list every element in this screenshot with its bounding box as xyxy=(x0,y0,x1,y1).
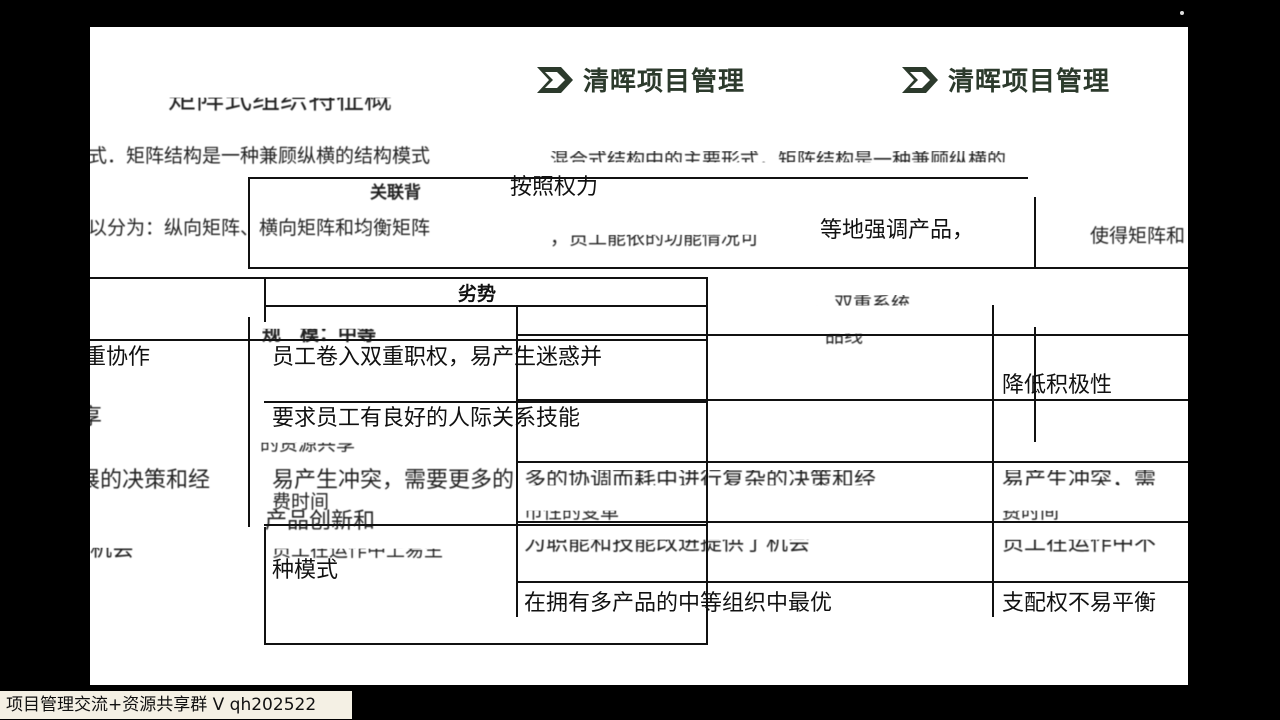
divide-line-right: ，员工能依的功能情况可 xyxy=(550,227,760,249)
text-by-power: 按照权力 xyxy=(510,175,599,200)
text-decision: 展的决策和经 xyxy=(90,468,211,493)
text-emphasize-tail: 使得矩阵和 xyxy=(1090,225,1186,247)
text-mode: 种模式 xyxy=(272,558,339,583)
text-time-right: 费时间 xyxy=(1002,501,1060,523)
text-dual-system: 、双重系统 xyxy=(815,293,911,315)
text-reduce-motivation: 降低积极性 xyxy=(1002,373,1113,398)
table-line xyxy=(516,581,1188,583)
divide-line: 以分为：纵向矩阵、横向矩阵和均衡矩阵 xyxy=(90,217,431,239)
text-medium-org: 在拥有多产品的中等组织中最优 xyxy=(524,591,833,616)
scale-label: 规 模：中等 xyxy=(262,323,377,345)
table-line xyxy=(90,277,708,279)
table-line xyxy=(516,305,518,617)
text-staff-right: 员工在运作中不 xyxy=(1002,531,1157,556)
text-collab: 重协作 xyxy=(90,345,151,370)
disadvantage-header: 劣势 xyxy=(458,283,497,305)
brand-logo: 清晖项目管理 xyxy=(535,61,745,98)
text-shared-resource: 的资源共享 xyxy=(260,433,356,455)
text-product-line: 品线 xyxy=(825,325,864,347)
text-product-innovation: 产品创新和 xyxy=(265,509,376,534)
text-dual-power: 员工卷入双重职权，易产生迷惑并 xyxy=(272,345,603,370)
watermark-banner: 项目管理交流+资源共享群 V qh202522 xyxy=(0,691,352,719)
slide-title: 矩阵式组织特征概 xyxy=(168,82,393,115)
logo-arrow-icon xyxy=(900,63,940,97)
logo-text: 清晖项目管理 xyxy=(583,67,746,97)
text-opp-frag: 机会 xyxy=(90,537,135,562)
text-conflict-right: 易产生冲突，需 xyxy=(1002,468,1157,493)
related-header: 关联背 xyxy=(370,183,421,203)
table-line xyxy=(516,334,1188,336)
logo-text: 清晖项目管理 xyxy=(948,67,1111,97)
text-power-balance: 支配权不易平衡 xyxy=(1002,591,1157,616)
table-line xyxy=(264,524,708,526)
logo-arrow-icon xyxy=(535,63,575,97)
slide-canvas: 清晖项目管理 清晖项目管理 矩阵式组织特征概 式．矩阵结构是一种兼顾纵横的结构模… xyxy=(90,27,1188,685)
table-line xyxy=(90,339,708,341)
text-coordinate: 多的协调而耗中进行复杂的决策和经 xyxy=(524,468,877,493)
table-line xyxy=(992,305,994,617)
table-line xyxy=(1034,197,1036,269)
table-line xyxy=(264,305,708,307)
text-ku: 享 xyxy=(90,405,103,430)
table-line xyxy=(248,177,1028,179)
text-opportunity: 为职能和技能改进提供了机会 xyxy=(524,531,811,556)
table-line xyxy=(264,527,266,645)
table-line xyxy=(264,401,708,403)
table-line xyxy=(706,277,708,645)
text-skill-frag: 市性的变革 xyxy=(524,501,620,523)
table-line xyxy=(516,461,1188,463)
text-interpersonal: 要求员工有良好的人际关系技能 xyxy=(272,406,581,431)
text-emphasize: 等地强调产品， xyxy=(820,218,975,243)
table-line xyxy=(516,521,1188,523)
table-line xyxy=(264,277,266,322)
intro-line: 式．矩阵结构是一种兼顾纵横的结构模式 xyxy=(90,145,431,167)
brand-logo: 清晖项目管理 xyxy=(900,61,1110,98)
corner-dot xyxy=(1180,11,1184,15)
table-line xyxy=(248,177,250,269)
table-line xyxy=(1034,327,1036,442)
table-line xyxy=(264,643,708,645)
text-conflict: 易产生冲突，需要更多的 xyxy=(272,468,515,493)
intro-line-right: 混合式结构中的主要形式，矩阵结构是一种兼顾纵横的 xyxy=(550,149,1007,171)
table-line xyxy=(248,317,250,527)
table-line xyxy=(248,267,1188,269)
